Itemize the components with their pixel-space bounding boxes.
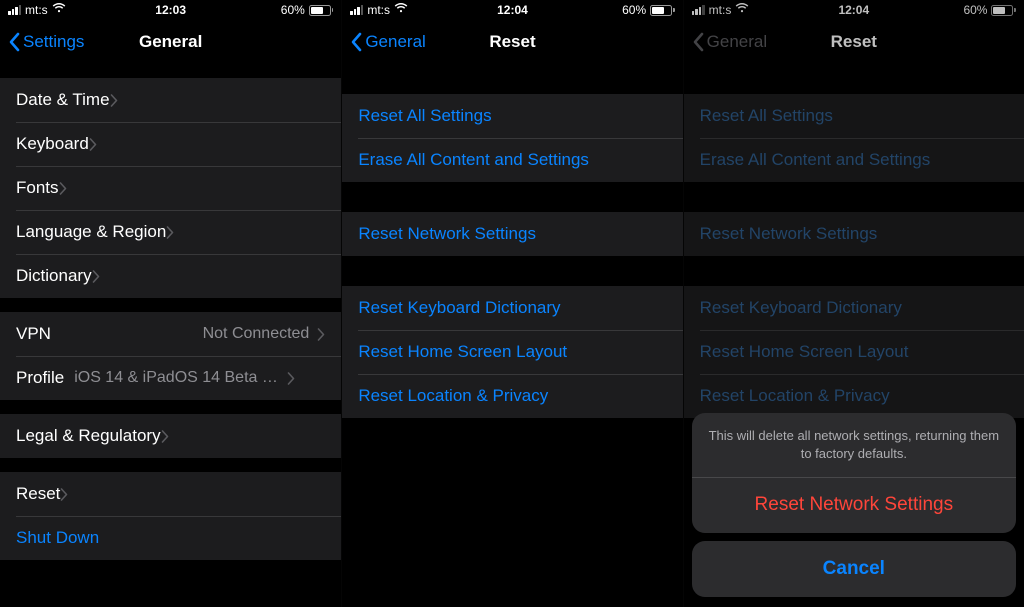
nav-bar: General Reset — [342, 20, 682, 64]
row-reset-location-privacy[interactable]: Reset Location & Privacy — [342, 374, 682, 418]
chevron-left-icon — [350, 32, 362, 52]
row-vpn[interactable]: VPNNot Connected — [0, 312, 341, 356]
chevron-right-icon — [92, 270, 100, 283]
profile-value: iOS 14 & iPadOS 14 Beta Softwar... — [74, 369, 279, 387]
chevron-right-icon — [287, 372, 295, 385]
battery-icon — [650, 5, 675, 16]
nav-bar: Settings General — [0, 20, 341, 64]
signal-icon — [350, 5, 363, 15]
cancel-button[interactable]: Cancel — [692, 541, 1016, 597]
carrier-label: mt:s — [367, 3, 390, 17]
carrier-label: mt:s — [25, 3, 48, 17]
row-date-time[interactable]: Date & Time — [0, 78, 341, 122]
wifi-icon — [394, 3, 408, 16]
back-button[interactable]: Settings — [8, 32, 84, 52]
battery-percent: 60% — [622, 3, 646, 17]
row-dictionary[interactable]: Dictionary — [0, 254, 341, 298]
clock: 12:04 — [497, 3, 528, 17]
row-reset-network[interactable]: Reset Network Settings — [342, 212, 682, 256]
action-sheet: This will delete all network settings, r… — [692, 413, 1016, 597]
back-label: General — [365, 32, 425, 52]
row-reset-keyboard-dict[interactable]: Reset Keyboard Dictionary — [342, 286, 682, 330]
row-fonts[interactable]: Fonts — [0, 166, 341, 210]
row-legal[interactable]: Legal & Regulatory — [0, 414, 341, 458]
page-title: Reset — [489, 32, 535, 52]
chevron-right-icon — [166, 226, 174, 239]
row-profile[interactable]: ProfileiOS 14 & iPadOS 14 Beta Softwar..… — [0, 356, 341, 400]
row-erase-all[interactable]: Erase All Content and Settings — [342, 138, 682, 182]
row-shutdown[interactable]: Shut Down — [0, 516, 341, 560]
chevron-right-icon — [60, 488, 68, 501]
screen-reset-confirm: mt:s 12:04 60% General Reset Reset All S… — [683, 0, 1024, 607]
chevron-left-icon — [8, 32, 20, 52]
status-bar: mt:s 12:03 60% — [0, 0, 341, 20]
page-title: General — [139, 32, 202, 52]
back-label: Settings — [23, 32, 84, 52]
chevron-right-icon — [59, 182, 67, 195]
back-button[interactable]: General — [350, 32, 425, 52]
chevron-right-icon — [110, 94, 118, 107]
row-reset-all-settings[interactable]: Reset All Settings — [342, 94, 682, 138]
sheet-message: This will delete all network settings, r… — [692, 413, 1016, 476]
row-reset[interactable]: Reset — [0, 472, 341, 516]
battery-percent: 60% — [281, 3, 305, 17]
chevron-right-icon — [161, 430, 169, 443]
status-bar: mt:s 12:04 60% — [342, 0, 682, 20]
battery-icon — [309, 5, 334, 16]
clock: 12:03 — [155, 3, 186, 17]
chevron-right-icon — [89, 138, 97, 151]
vpn-status: Not Connected — [203, 325, 310, 343]
screen-general: mt:s 12:03 60% Settings General Date & T… — [0, 0, 341, 607]
screen-reset: mt:s 12:04 60% General Reset Reset All S… — [341, 0, 682, 607]
row-keyboard[interactable]: Keyboard — [0, 122, 341, 166]
signal-icon — [8, 5, 21, 15]
row-reset-home-layout[interactable]: Reset Home Screen Layout — [342, 330, 682, 374]
row-language-region[interactable]: Language & Region — [0, 210, 341, 254]
wifi-icon — [52, 3, 66, 16]
confirm-reset-network-button[interactable]: Reset Network Settings — [692, 477, 1016, 533]
chevron-right-icon — [317, 328, 325, 341]
